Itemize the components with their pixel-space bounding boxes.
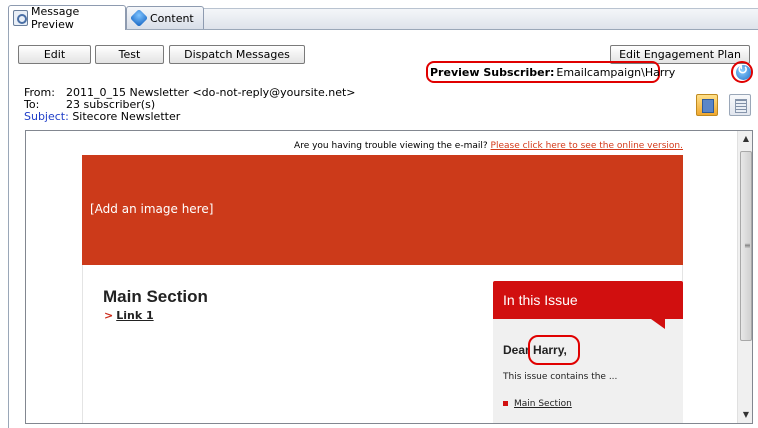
issue-description: This issue contains the ... <box>503 372 618 382</box>
preview-icon <box>13 10 29 26</box>
test-button[interactable]: Test <box>95 45 164 64</box>
dispatch-messages-button[interactable]: Dispatch Messages <box>169 45 305 64</box>
online-version-link[interactable]: Please click here to see the online vers… <box>491 141 683 151</box>
scroll-up-icon[interactable]: ▲ <box>738 131 752 147</box>
trouble-text: Are you having trouble viewing the e-mai… <box>294 141 491 151</box>
email-banner: [Add an image here] <box>82 155 683 265</box>
grip-icon: ≡ <box>744 241 751 250</box>
subject-label: Subject: <box>24 110 69 123</box>
refresh-icon[interactable] <box>736 63 751 80</box>
issue-header: In this Issue <box>493 281 683 319</box>
scroll-down-icon[interactable]: ▼ <box>738 407 752 423</box>
html-view-button[interactable] <box>696 94 718 116</box>
preview-subscriber[interactable]: Preview Subscriber: Emailcampaign\Harry <box>426 61 675 83</box>
trouble-viewing-notice: Are you having trouble viewing the e-mai… <box>26 141 683 151</box>
tab-strip-background <box>200 8 758 30</box>
vertical-scrollbar[interactable]: ▲ ≡ ▼ <box>737 131 752 423</box>
bullet-icon <box>503 401 508 406</box>
banner-placeholder-text: [Add an image here] <box>90 202 214 216</box>
issue-link-main-section[interactable]: Main Section <box>503 399 572 409</box>
content-icon <box>129 8 149 28</box>
text-view-button[interactable] <box>729 94 751 116</box>
tab-content-label: Content <box>150 11 194 25</box>
in-this-issue-box: In this Issue Dear Harry, This issue con… <box>493 281 683 423</box>
link-1-text[interactable]: Link 1 <box>116 309 153 322</box>
main-section-title: Main Section <box>103 287 208 306</box>
email-body: Main Section > Link 1 In this Issue Dear … <box>82 265 683 423</box>
name-highlight <box>528 335 580 365</box>
link-1[interactable]: > Link 1 <box>104 309 154 322</box>
issue-header-tail <box>651 319 665 329</box>
tab-message-preview-label: Message Preview <box>31 5 80 31</box>
issue-link-text[interactable]: Main Section <box>514 399 572 409</box>
tab-content[interactable]: Content <box>126 6 204 29</box>
panel-left-border <box>8 30 9 428</box>
message-header: From: 2011_0_15 Newsletter <do-not-reply@… <box>18 86 758 126</box>
link-arrow: > <box>104 309 114 322</box>
tab-message-preview[interactable]: Message Preview <box>8 5 126 31</box>
tab-strip: Message Preview Content <box>0 0 758 31</box>
subject-value: Sitecore Newsletter <box>72 110 181 123</box>
scroll-thumb[interactable]: ≡ <box>740 151 752 341</box>
issue-title: In this Issue <box>503 292 578 308</box>
preview-subscriber-value[interactable]: Emailcampaign\Harry <box>556 66 675 79</box>
edit-button[interactable]: Edit <box>18 45 91 64</box>
preview-subscriber-label: Preview Subscriber: <box>430 65 555 79</box>
email-preview-frame: Are you having trouble viewing the e-mai… <box>25 130 753 424</box>
subject-row: Subject: Sitecore Newsletter <box>24 110 180 123</box>
